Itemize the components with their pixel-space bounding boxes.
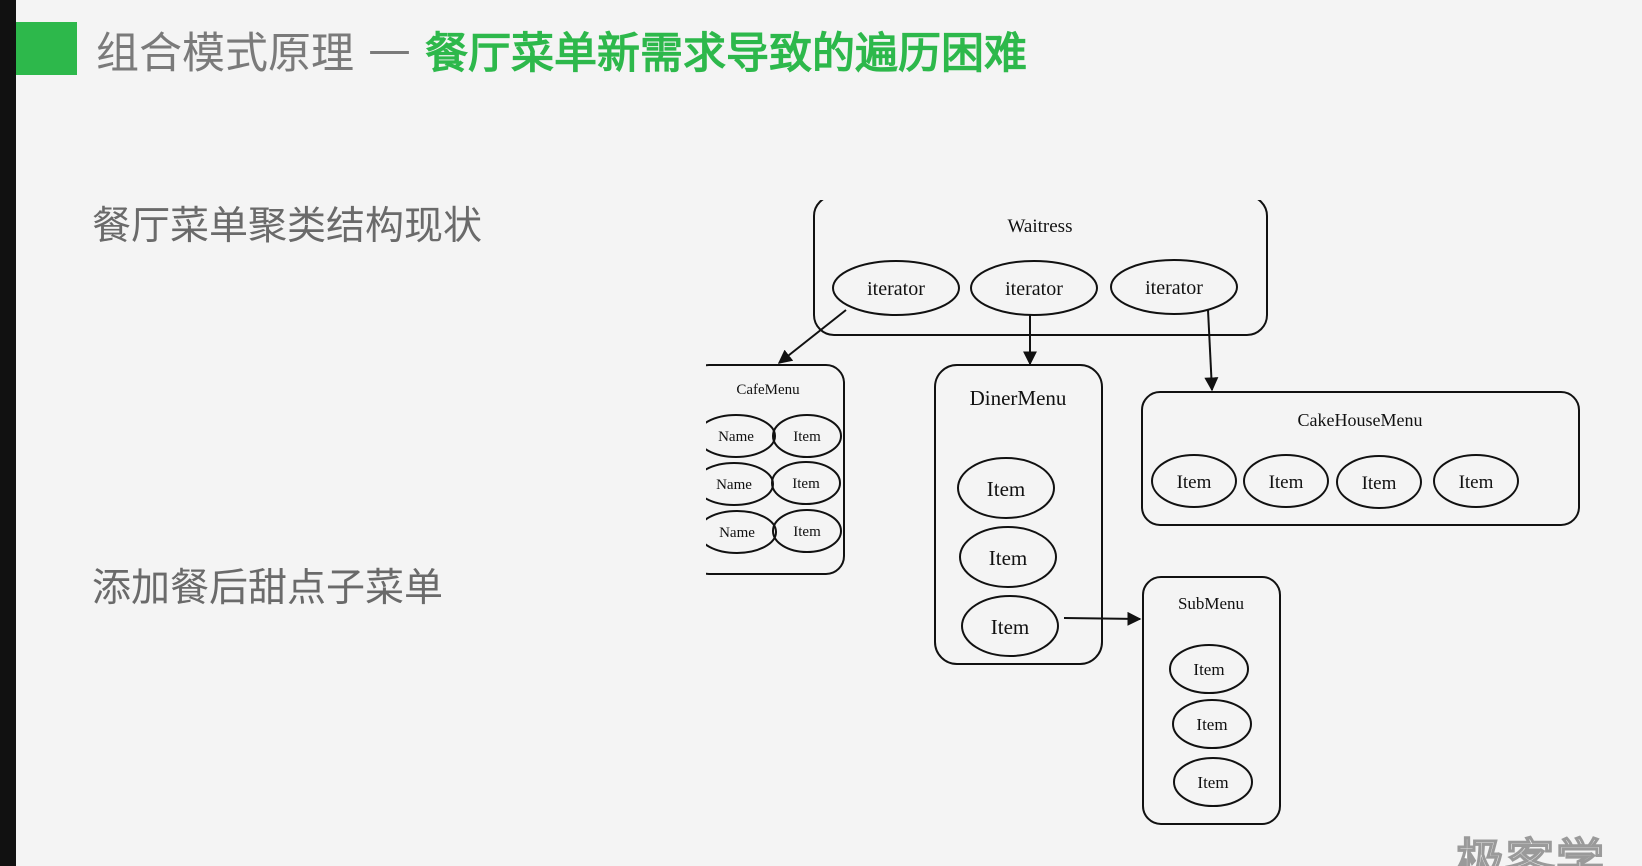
svg-text:Item: Item xyxy=(1459,472,1494,493)
svg-text:Item: Item xyxy=(991,615,1029,639)
waitress-box: Waitress iterator iterator iterator xyxy=(813,200,1268,336)
cakehouse-item-2: Item xyxy=(1243,454,1329,508)
sub-menu-item-1: Item xyxy=(1169,644,1249,694)
slide: 组合模式原理 — 餐厅菜单新需求导致的遍历困难 餐厅菜单聚类结构现状 添加餐后甜… xyxy=(16,0,1642,866)
watermark-logo: 极客学 xyxy=(1455,833,1607,866)
svg-text:Name: Name xyxy=(718,429,754,445)
sub-menu-box: SubMenu Item Item Item xyxy=(1142,576,1281,825)
slide-title: 组合模式原理 — 餐厅菜单新需求导致的遍历困难 xyxy=(96,22,1027,79)
menu-structure-diagram: Waitress iterator iterator iterator Cafe… xyxy=(706,200,1580,825)
cakehouse-item-1: Item xyxy=(1151,454,1237,508)
title-accent-bar xyxy=(16,22,77,75)
diner-menu-label: DinerMenu xyxy=(970,386,1067,410)
bullet-current-structure: 餐厅菜单聚类结构现状 xyxy=(92,204,483,249)
waitress-label: Waitress xyxy=(1008,216,1073,237)
waitress-iterator-2: iterator xyxy=(970,260,1098,316)
title-separator: — xyxy=(368,25,411,75)
svg-text:Item: Item xyxy=(987,477,1025,501)
svg-text:Item: Item xyxy=(793,524,821,540)
bullet-add-dessert-submenu: 添加餐后甜点子菜单 xyxy=(92,566,444,611)
svg-text:Name: Name xyxy=(719,525,755,541)
sub-menu-item-3: Item xyxy=(1173,757,1253,807)
svg-text:iterator: iterator xyxy=(1005,278,1063,300)
arrow-to-cafe-menu xyxy=(777,309,847,364)
waitress-iterator-3: iterator xyxy=(1110,259,1238,315)
diner-item-3: Item xyxy=(961,595,1059,657)
cakehouse-item-3: Item xyxy=(1336,455,1422,509)
title-main: 组合模式原理 xyxy=(96,29,354,79)
svg-text:Item: Item xyxy=(1269,472,1304,493)
svg-text:Item: Item xyxy=(1362,473,1397,494)
cafe-menu-box: CafeMenu Name Item Name Item Name Item xyxy=(706,364,845,575)
svg-text:Item: Item xyxy=(1193,660,1224,679)
cakehouse-menu-label: CakeHouseMenu xyxy=(1298,410,1423,430)
svg-text:Item: Item xyxy=(1177,472,1212,493)
title-accent: 餐厅菜单新需求导致的遍历困难 xyxy=(425,29,1027,79)
cafe-row-3: Name Item xyxy=(706,509,842,554)
cakehouse-item-4: Item xyxy=(1433,454,1519,508)
svg-text:Item: Item xyxy=(793,429,821,445)
cakehouse-menu-box: CakeHouseMenu Item Item Item Item xyxy=(1141,391,1580,526)
waitress-iterator-1: iterator xyxy=(832,260,960,316)
svg-text:Item: Item xyxy=(989,546,1027,570)
svg-text:Item: Item xyxy=(1197,773,1228,792)
svg-text:iterator: iterator xyxy=(1145,277,1203,299)
sub-menu-item-2: Item xyxy=(1172,699,1252,749)
arrow-to-cakehouse-menu xyxy=(1204,309,1219,392)
cafe-row-2: Name Item xyxy=(706,461,841,506)
diner-item-2: Item xyxy=(959,526,1057,588)
sub-menu-label: SubMenu xyxy=(1178,594,1245,613)
cafe-row-1: Name Item xyxy=(706,414,842,458)
svg-text:Item: Item xyxy=(1196,715,1227,734)
svg-text:Name: Name xyxy=(716,477,752,493)
svg-text:Item: Item xyxy=(792,476,820,492)
cafe-menu-label: CafeMenu xyxy=(736,382,800,398)
svg-text:iterator: iterator xyxy=(867,278,925,300)
diner-item-1: Item xyxy=(957,457,1055,519)
